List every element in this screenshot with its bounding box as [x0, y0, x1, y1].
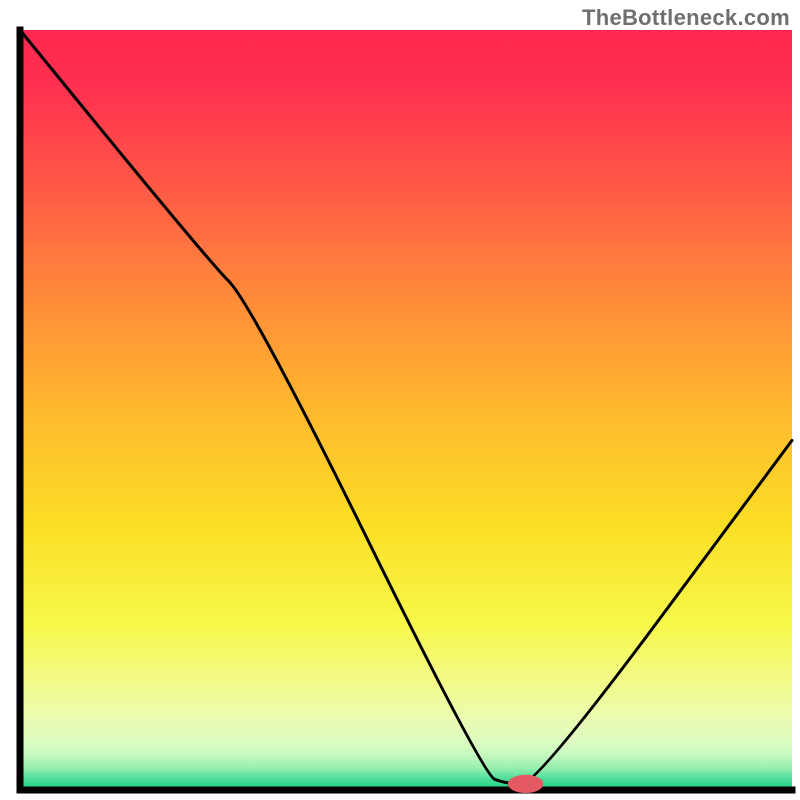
- watermark-text: TheBottleneck.com: [582, 5, 790, 31]
- optimal-marker: [508, 775, 544, 793]
- plot-background: [20, 30, 792, 790]
- bottleneck-chart-svg: [0, 0, 800, 800]
- chart-container: TheBottleneck.com: [0, 0, 800, 800]
